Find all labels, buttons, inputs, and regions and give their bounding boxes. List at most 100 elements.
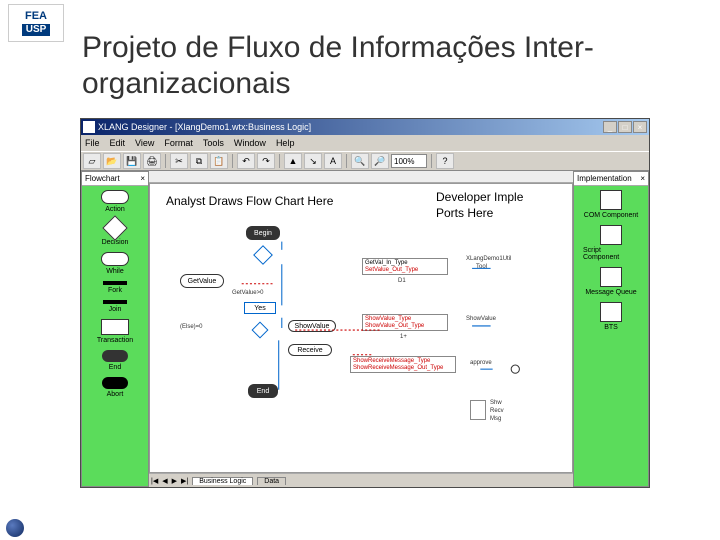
app-icon (83, 121, 95, 133)
menu-file[interactable]: File (85, 138, 100, 148)
impl-component-icon[interactable] (470, 400, 486, 420)
palette-com-component[interactable]: COM Component (583, 190, 639, 219)
titlebar-text: XLANG Designer - [XlangDemo1.wtx:Busines… (98, 122, 603, 132)
palette-message-queue[interactable]: Message Queue (583, 267, 639, 296)
pin-icon[interactable]: × (640, 174, 645, 183)
logo-bottom: USP (22, 24, 51, 36)
titlebar[interactable]: XLANG Designer - [XlangDemo1.wtx:Busines… (81, 119, 649, 135)
annotation-analyst: Analyst Draws Flow Chart Here (166, 194, 333, 208)
sheet-tabs: |◀ ◀ ▶ ▶| Business Logic Data (149, 473, 573, 487)
maximize-button[interactable]: □ (618, 121, 632, 133)
new-button[interactable]: ▱ (83, 153, 101, 169)
canvas-area: Analyst Draws Flow Chart Here Developer … (149, 171, 573, 487)
palette-bts[interactable]: BTS (583, 302, 639, 331)
menu-format[interactable]: Format (164, 138, 193, 148)
paste-button[interactable]: 📋 (210, 153, 228, 169)
impl-showvalue: ShowValue (466, 316, 496, 322)
tab-business-logic[interactable]: Business Logic (192, 477, 253, 485)
toolbar: ▱ 📂 💾 🖨 ✂ ⧉ 📋 ↶ ↷ ▲ ↘ A 🔍 🔎 100% ? (81, 151, 649, 171)
port-getvalue-id: D1 (398, 278, 406, 284)
tab-nav-prev[interactable]: ◀ (162, 477, 167, 485)
port-showvalue-id: 1+ (400, 334, 407, 340)
port-showvalue[interactable]: ShowValue_Type ShowValue_Out_Type (362, 314, 448, 331)
node-receive[interactable]: Receive (288, 344, 332, 356)
annotation-developer-l1: Developer Imple (436, 190, 523, 204)
connector-tool[interactable]: ↘ (304, 153, 322, 169)
flow-connectors (150, 184, 572, 472)
separator (232, 154, 233, 168)
separator (346, 154, 347, 168)
workspace: Flowchart × Action Decision While Fork J… (81, 171, 649, 487)
tab-nav-next[interactable]: ▶ (172, 477, 177, 485)
node-showvalue[interactable]: ShowValue (288, 320, 336, 332)
implementation-palette: Implementation × COM Component Script Co… (573, 171, 649, 487)
port-receive[interactable]: ShowReceiveMessage_Type ShowReceiveMessa… (350, 356, 456, 373)
flowchart-palette: Flowchart × Action Decision While Fork J… (81, 171, 149, 487)
canvas[interactable]: Analyst Draws Flow Chart Here Developer … (149, 183, 573, 473)
menu-view[interactable]: View (135, 138, 154, 148)
tab-data[interactable]: Data (257, 477, 286, 485)
palette-script-component[interactable]: Script Component (583, 225, 639, 261)
palette-action[interactable]: Action (87, 190, 143, 213)
impl-recv: Recv (490, 408, 504, 414)
separator (165, 154, 166, 168)
minimize-button[interactable]: _ (603, 121, 617, 133)
impl-util-a: XLangDemo1Util (466, 256, 511, 262)
separator (279, 154, 280, 168)
app-window: XLANG Designer - [XlangDemo1.wtx:Busines… (80, 118, 650, 488)
palette-while[interactable]: While (87, 252, 143, 275)
impl-msg: Msg (490, 416, 501, 422)
zoom-in-button[interactable]: 🔍 (351, 153, 369, 169)
slide-corner-dot (6, 519, 24, 537)
palette-end[interactable]: End (87, 350, 143, 371)
palette-fork[interactable]: Fork (87, 281, 143, 294)
tab-nav-first[interactable]: |◀ (151, 477, 158, 485)
logo-top: FEA (25, 11, 47, 22)
menu-edit[interactable]: Edit (110, 138, 126, 148)
pointer-tool[interactable]: ▲ (284, 153, 302, 169)
logo-fea-usp: FEA USP (8, 4, 64, 42)
undo-button[interactable]: ↶ (237, 153, 255, 169)
help-button[interactable]: ? (436, 153, 454, 169)
implementation-palette-title: Implementation × (574, 172, 648, 186)
palette-decision[interactable]: Decision (87, 219, 143, 246)
impl-approve: approve (470, 360, 492, 366)
save-button[interactable]: 💾 (123, 153, 141, 169)
node-end[interactable]: End (248, 384, 278, 398)
menu-help[interactable]: Help (276, 138, 295, 148)
node-decision-1[interactable] (253, 245, 273, 265)
palette-title-text: Flowchart (85, 174, 120, 183)
tab-nav-last[interactable]: ▶| (181, 477, 188, 485)
separator (431, 154, 432, 168)
node-begin[interactable]: Begin (246, 226, 280, 240)
zoom-out-button[interactable]: 🔎 (371, 153, 389, 169)
node-decision-2[interactable] (252, 322, 269, 339)
port-getvalue[interactable]: GetVal_In_Type SetValue_Out_Type (362, 258, 448, 275)
menubar: File Edit View Format Tools Window Help (81, 135, 649, 151)
open-button[interactable]: 📂 (103, 153, 121, 169)
close-button[interactable]: × (633, 121, 647, 133)
annotation-developer-l2: Ports Here (436, 206, 493, 220)
cut-button[interactable]: ✂ (170, 153, 188, 169)
node-yes-branch[interactable]: Yes (244, 302, 276, 314)
flowchart-palette-title: Flowchart × (82, 172, 148, 186)
zoom-combo[interactable]: 100% (391, 154, 427, 168)
ruler-horizontal (149, 171, 573, 183)
menu-tools[interactable]: Tools (203, 138, 224, 148)
palette-title-text: Implementation (577, 174, 632, 183)
text-tool[interactable]: A (324, 153, 342, 169)
impl-util-b: Tool (476, 264, 487, 270)
impl-shw: Shw (490, 400, 502, 406)
decision-condition-label: GetValue>0 (232, 290, 263, 296)
palette-join[interactable]: Join (87, 300, 143, 313)
palette-abort[interactable]: Abort (87, 377, 143, 398)
copy-button[interactable]: ⧉ (190, 153, 208, 169)
palette-transaction[interactable]: Transaction (87, 319, 143, 344)
node-getvalue[interactable]: GetValue (180, 274, 224, 288)
slide-title: Projeto de Fluxo de Informações Inter-or… (82, 30, 700, 102)
print-button[interactable]: 🖨 (143, 153, 161, 169)
redo-button[interactable]: ↷ (257, 153, 275, 169)
else-label: (Else)=0 (180, 324, 203, 330)
pin-icon[interactable]: × (140, 174, 145, 183)
menu-window[interactable]: Window (234, 138, 266, 148)
